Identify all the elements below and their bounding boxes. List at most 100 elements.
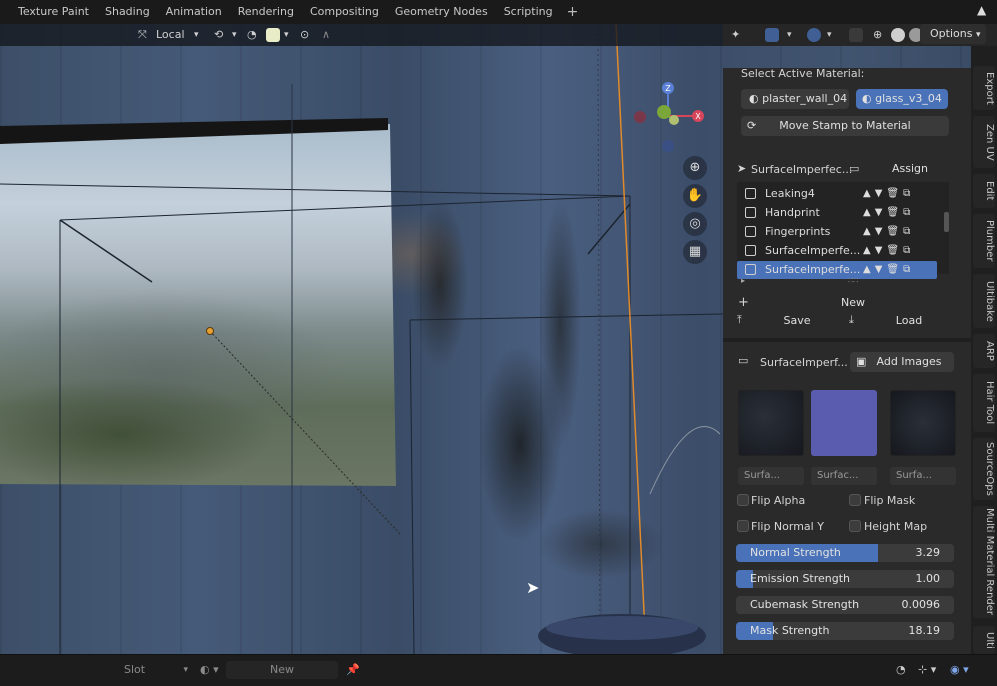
thumbnail-caption[interactable]: Surfac... (811, 467, 877, 485)
row-actions[interactable]: ▲▼🗑⧉ (863, 223, 914, 241)
tab-multi-material-render[interactable]: Multi Material Render (973, 506, 995, 618)
archive-icon (745, 207, 756, 218)
flip-alpha-checkbox[interactable] (737, 494, 749, 506)
emission-strength-slider[interactable]: Emission Strength 1.00 (736, 570, 954, 588)
toggle-xray-icon[interactable] (849, 28, 863, 42)
show-gizmo-icon[interactable]: ✦ (731, 27, 740, 43)
list-item[interactable]: Leaking4 ▲▼🗑⧉ (737, 185, 937, 203)
expand-icon[interactable]: ▸ (741, 276, 745, 285)
list-item[interactable]: Handprint ▲▼🗑⧉ (737, 204, 937, 222)
tab-animation[interactable]: Animation (158, 0, 230, 24)
list-item[interactable]: Fingerprints ▲▼🗑⧉ (737, 223, 937, 241)
stamp-thumbnail-mask[interactable] (890, 390, 956, 456)
add-images-button[interactable]: ▣ Add Images (850, 352, 954, 372)
camera-view-icon[interactable]: ◎ (683, 212, 707, 236)
image-icon: ▣ (856, 355, 867, 368)
gizmo-z-label: Z (665, 84, 671, 93)
flip-normal-y-checkbox[interactable] (737, 520, 749, 532)
move-stamp-button[interactable]: ⟳ Move Stamp to Material (741, 116, 949, 136)
archive-icon: ▭ (849, 162, 860, 175)
perspective-grid-icon[interactable]: ▦ (683, 240, 707, 264)
zoom-icon[interactable]: ⊕ (683, 156, 707, 180)
normal-strength-slider[interactable]: Normal Strength 3.29 (736, 544, 954, 562)
save-button[interactable]: Save (752, 311, 842, 331)
snap-icon[interactable]: ◔ (247, 27, 257, 43)
bottom-header: Slot ▾ ◐ ▾ New 📌 ◔ ⊹ ▾ ◉ ▾ (0, 654, 997, 686)
orientation-icon: ⤧ (138, 28, 147, 41)
proportional-icon[interactable]: ◔ (896, 661, 906, 679)
tab-edit[interactable]: Edit (973, 174, 995, 208)
thumbnail-caption[interactable]: Surfa... (738, 467, 804, 485)
transform-orientation-dropdown[interactable]: Local (156, 27, 185, 43)
new-stamp-button[interactable]: New (752, 293, 954, 313)
add-workspace-button[interactable]: + (561, 4, 585, 20)
new-material-button[interactable]: New (226, 661, 338, 679)
flip-normal-y-label: Flip Normal Y (751, 520, 824, 533)
flip-alpha-label: Flip Alpha (751, 494, 806, 507)
stamp-thumbnail-normal[interactable] (811, 390, 877, 456)
tab-ulti[interactable]: Ulti (973, 626, 995, 654)
tab-sourceops[interactable]: SourceOps (973, 438, 995, 500)
tab-zen-uv[interactable]: Zen UV (973, 116, 995, 168)
overlay-icon[interactable]: ◉ ▾ (950, 661, 969, 679)
solid-shading-icon[interactable] (891, 28, 905, 42)
tab-export[interactable]: Export (973, 66, 995, 110)
load-button[interactable]: Load (864, 311, 954, 331)
pin-icon[interactable]: 📌 (346, 661, 360, 679)
archive-icon: ▭ (738, 354, 749, 367)
height-map-checkbox[interactable] (849, 520, 861, 532)
chevron-down-icon: ▾ (787, 30, 792, 40)
snap-target-icon[interactable] (266, 28, 280, 42)
image-stamp-name: SurfaceImperf... (760, 356, 848, 369)
tab-compositing[interactable]: Compositing (302, 0, 387, 24)
tab-ultibake[interactable]: Ultibake (973, 274, 995, 328)
wireframe-shading-icon[interactable]: ⊕ (873, 27, 882, 43)
tab-texture-paint[interactable]: Texture Paint (10, 0, 97, 24)
xray-icon[interactable] (807, 28, 821, 42)
tab-arp[interactable]: ARP (973, 334, 995, 368)
options-dropdown[interactable]: Options ▾ (920, 24, 986, 44)
material-button-plaster[interactable]: ◐ plaster_wall_04 (741, 89, 849, 109)
slot-dropdown[interactable]: Slot ▾ (118, 661, 190, 679)
chevron-down-icon: ▾ (284, 30, 289, 40)
archive-icon (745, 188, 756, 199)
cursor-arrow-icon: ➤ (737, 162, 747, 175)
material-button-glass[interactable]: ◐ glass_v3_04 (856, 89, 948, 109)
plus-icon: + (738, 295, 749, 310)
list-scrollbar[interactable] (944, 212, 949, 232)
stamp-list: Leaking4 ▲▼🗑⧉ Handprint ▲▼🗑⧉ Fingerprint… (737, 182, 949, 279)
snap-icon[interactable]: ⊹ ▾ (918, 661, 936, 679)
list-item-selected[interactable]: SurfaceImperfe... ▲▼🗑⧉ (737, 261, 937, 279)
tab-plumber[interactable]: Plumber (973, 214, 995, 268)
active-stamp-name: SurfaceImperfec... (751, 163, 853, 176)
tab-hair-tool[interactable]: Hair Tool (973, 374, 995, 432)
chevron-down-icon: ▾ (827, 30, 832, 40)
row-actions[interactable]: ▲▼🗑⧉ (863, 204, 914, 222)
falloff-icon[interactable]: ∧ (322, 27, 330, 43)
cubemask-strength-slider[interactable]: Cubemask Strength 0.0096 (736, 596, 954, 614)
list-item[interactable]: SurfaceImperfe... ▲▼🗑⧉ (737, 242, 937, 260)
sidebar-tabs: Export Zen UV Edit Plumber Ultibake ARP … (971, 46, 997, 654)
row-actions[interactable]: ▲▼🗑⧉ (863, 261, 914, 279)
resize-handle-icon[interactable]: ∷∷ (848, 276, 858, 285)
tab-geometry-nodes[interactable]: Geometry Nodes (387, 0, 496, 24)
height-map-label: Height Map (864, 520, 928, 533)
archive-icon (745, 264, 756, 275)
overlay-icon[interactable] (765, 28, 779, 42)
stamp-thumbnail-alpha[interactable] (738, 390, 804, 456)
pivot-point-icon[interactable]: ⟲ (214, 27, 223, 43)
pan-hand-icon[interactable]: ✋ (683, 184, 707, 208)
panel-divider (723, 338, 971, 342)
tab-scripting[interactable]: Scripting (496, 0, 561, 24)
row-actions[interactable]: ▲▼🗑⧉ (863, 242, 914, 260)
tab-rendering[interactable]: Rendering (230, 0, 302, 24)
tab-shading[interactable]: Shading (97, 0, 158, 24)
mask-strength-slider[interactable]: Mask Strength 18.19 (736, 622, 954, 640)
proportional-edit-icon[interactable]: ⊙ (300, 27, 309, 43)
thumbnail-caption[interactable]: Surfa... (890, 467, 956, 485)
row-actions[interactable]: ▲▼🗑⧉ (863, 185, 914, 203)
material-browse-icon[interactable]: ◐ ▾ (200, 661, 219, 679)
assign-button[interactable]: Assign (866, 159, 954, 179)
flip-mask-checkbox[interactable] (849, 494, 861, 506)
scene-icon[interactable]: ▲ (977, 3, 991, 19)
